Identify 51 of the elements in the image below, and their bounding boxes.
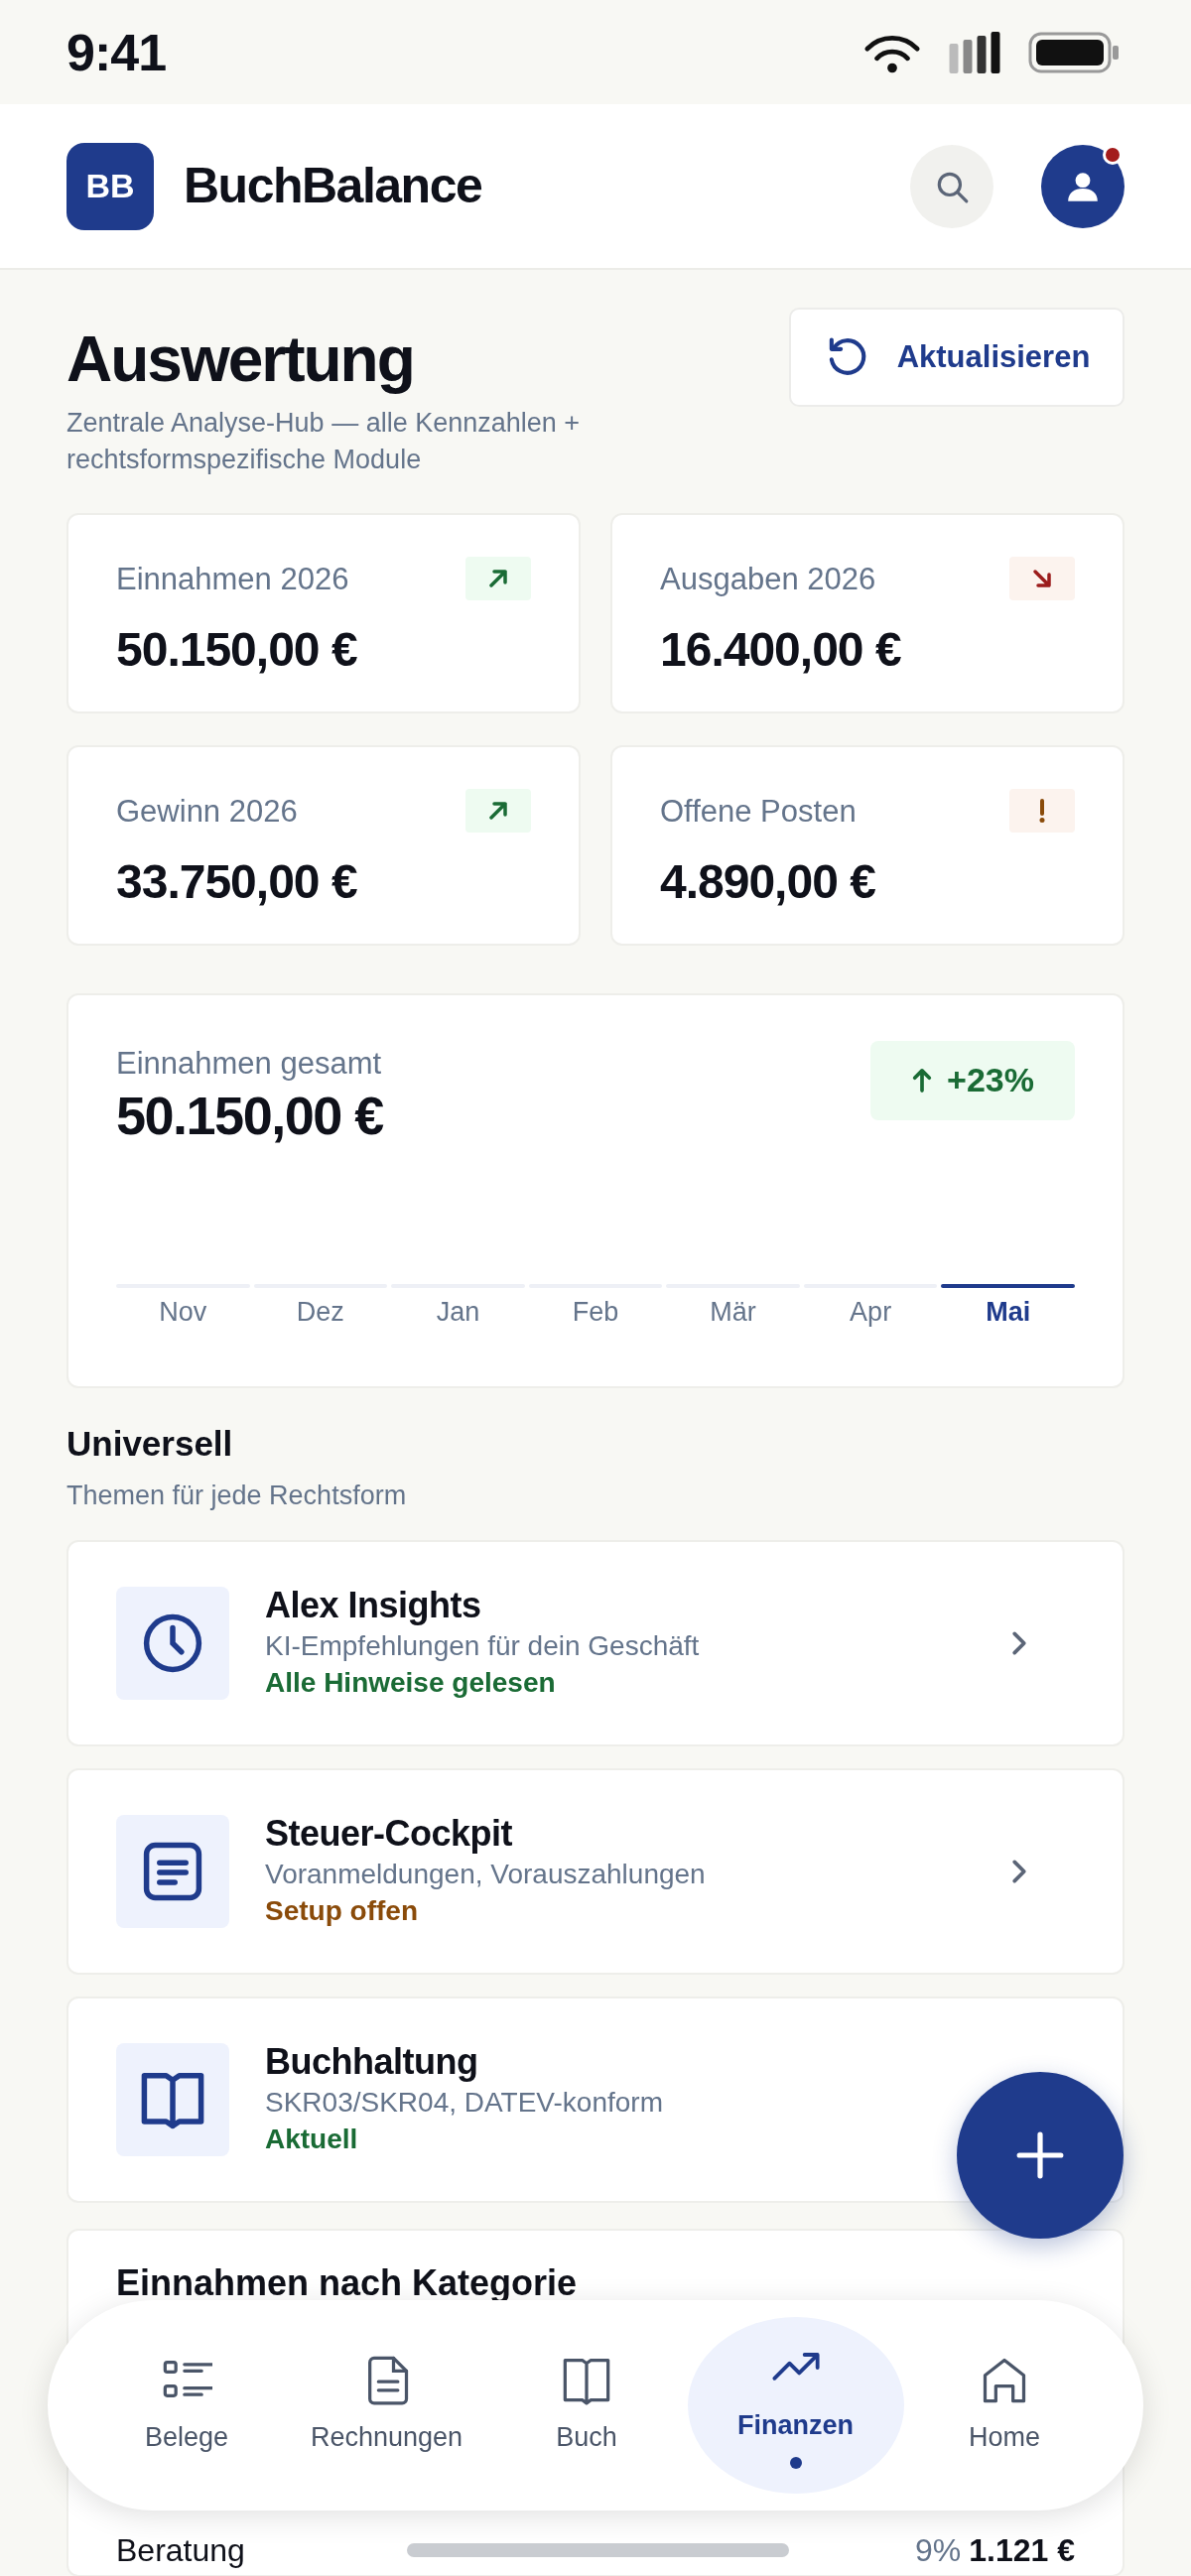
module-card[interactable]: Alex Insights KI-Empfehlungen für dein Geschäft Alle Hinweise gelesen (66, 1539, 1125, 1746)
active-dot (789, 2457, 802, 2470)
kpi-label: Gewinn 2026 (116, 792, 298, 831)
month-label[interactable]: Jan (391, 1292, 525, 1333)
exclamation-icon (1037, 798, 1047, 823)
category-title: Einnahmen nach Kategorie (116, 2260, 579, 2305)
month-label[interactable]: Apr (803, 1292, 938, 1333)
category-share: 9% (915, 2530, 962, 2570)
revenue-label: Einnahmen gesamt (116, 1044, 383, 1083)
arrow-up-icon (911, 1066, 934, 1095)
module-status: Aktuell (265, 2123, 359, 2157)
refresh-button[interactable]: Aktualisieren (789, 308, 1125, 407)
kpi-label: Ausgaben 2026 (660, 560, 876, 598)
nav-tab[interactable]: Rechnungen (287, 2317, 486, 2494)
module-description: Voranmeldungen, Vorauszahlungen (265, 1858, 707, 1892)
module-title: Steuer-Cockpit (265, 1812, 514, 1856)
section-subtitle: Themen für jede Rechtsform (66, 1480, 408, 1512)
nav-tab[interactable]: Buch (517, 2317, 656, 2494)
battery-icon (1028, 31, 1120, 73)
kpi-value: 4.890,00 € (660, 854, 876, 910)
category-amount: 1.121 € (969, 2530, 1075, 2570)
module-card[interactable]: Steuer-Cockpit Voranmeldungen, Vorauszahlungen Setup offen (66, 1767, 1125, 1975)
module-description: SKR03/SKR04, DATEV-konform (265, 2086, 664, 2121)
change-badge: +23% (870, 1040, 1075, 1120)
kpi-label: Einnahmen 2026 (116, 560, 349, 598)
app-title: BuchBalance (184, 157, 482, 215)
kpi-value: 50.150,00 € (116, 622, 358, 678)
revenue-value: 50.150,00 € (116, 1087, 383, 1146)
status-time: 9:41 (66, 22, 167, 83)
kpi-label: Offene Posten (660, 792, 857, 831)
module-description: KI-Empfehlungen für dein Geschäft (265, 1629, 701, 1664)
module-title: Buchhaltung (265, 2040, 479, 2084)
category-name: Beratung (116, 2530, 245, 2570)
module-status: Alle Hinweise gelesen (265, 1666, 557, 1701)
nav-tab[interactable]: Home (935, 2317, 1074, 2494)
module-card[interactable]: Buchhaltung SKR03/SKR04, DATEV-konform Aktuell (66, 1996, 1125, 2203)
month-label[interactable]: Mai (941, 1292, 1075, 1333)
section-title: Universell (66, 1422, 234, 1465)
kpi-value: 33.750,00 € (116, 854, 358, 910)
module-status: Setup offen (265, 1894, 419, 1929)
page-subtitle: Zentrale Analyse-Hub — alle Kennzahlen + rechtsformspezifische Module (66, 407, 582, 477)
nav-tab[interactable]: Finanzen (687, 2317, 904, 2494)
month-label[interactable]: Dez (253, 1292, 388, 1333)
app-logo: BB (66, 142, 154, 230)
plus-icon (1015, 2130, 1065, 2180)
module-title: Alex Insights (265, 1584, 482, 1627)
month-label[interactable]: Nov (116, 1292, 250, 1333)
kpi-value: 16.400,00 € (660, 622, 902, 678)
month-label[interactable]: Mär (666, 1292, 800, 1333)
month-label[interactable]: Feb (528, 1292, 663, 1333)
nav-tab[interactable]: Belege (117, 2317, 256, 2494)
